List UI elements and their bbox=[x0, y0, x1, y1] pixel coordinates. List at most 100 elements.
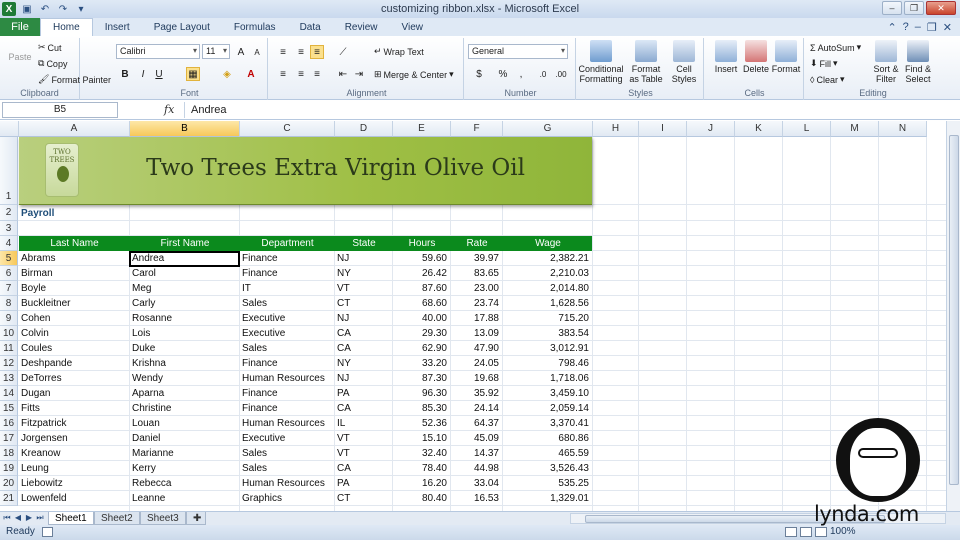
first-sheet-icon[interactable]: ⏮ bbox=[2, 513, 12, 524]
grow-font-icon[interactable]: A bbox=[234, 45, 248, 59]
cell[interactable]: Finance bbox=[242, 356, 331, 371]
cell[interactable]: Finance bbox=[242, 386, 331, 401]
insert-function-icon[interactable]: fx bbox=[164, 103, 174, 116]
header-cell[interactable]: Last Name bbox=[19, 236, 130, 251]
cell[interactable]: 29.30 bbox=[395, 326, 447, 341]
row-header-14[interactable]: 14 bbox=[0, 386, 18, 401]
cut-button[interactable]: ✂ Cut bbox=[38, 42, 62, 53]
cell[interactable]: 16.53 bbox=[453, 491, 499, 506]
cell[interactable]: Sales bbox=[242, 296, 331, 311]
normal-view-icon[interactable] bbox=[785, 527, 797, 537]
cell[interactable]: 16.20 bbox=[395, 476, 447, 491]
cell[interactable]: Carly bbox=[132, 296, 236, 311]
cell[interactable]: CA bbox=[337, 401, 389, 416]
cell[interactable]: 24.14 bbox=[453, 401, 499, 416]
tab-data[interactable]: Data bbox=[288, 19, 333, 36]
cell[interactable]: 2,014.80 bbox=[505, 281, 589, 296]
excel-logo-icon[interactable]: X bbox=[2, 2, 16, 16]
cell[interactable]: Fitzpatrick bbox=[21, 416, 126, 431]
select-all-corner[interactable] bbox=[0, 121, 19, 137]
cell[interactable]: Buckleitner bbox=[21, 296, 126, 311]
cell[interactable]: 23.74 bbox=[453, 296, 499, 311]
increase-decimal-icon[interactable]: .0 bbox=[536, 67, 550, 81]
cell[interactable]: 17.88 bbox=[453, 311, 499, 326]
format-as-table-button[interactable]: Format as Table bbox=[626, 40, 666, 84]
cell[interactable]: Coules bbox=[21, 341, 126, 356]
column-header-n[interactable]: N bbox=[879, 121, 927, 137]
cell[interactable]: 32.40 bbox=[395, 446, 447, 461]
header-cell[interactable]: Rate bbox=[451, 236, 503, 251]
cell[interactable]: Graphics bbox=[242, 491, 331, 506]
merge-center-button[interactable]: ⊞ Merge & Center ▾ bbox=[374, 69, 454, 80]
row-header-5[interactable]: 5 bbox=[0, 251, 18, 266]
cell[interactable]: CA bbox=[337, 326, 389, 341]
redo-icon[interactable]: ↷ bbox=[56, 2, 70, 16]
cell[interactable]: VT bbox=[337, 281, 389, 296]
row-header-9[interactable]: 9 bbox=[0, 311, 18, 326]
cell[interactable]: Human Resources bbox=[242, 416, 331, 431]
cell[interactable]: Executive bbox=[242, 326, 331, 341]
cell[interactable]: Leanne bbox=[132, 491, 236, 506]
copy-button[interactable]: ⧉ Copy bbox=[38, 58, 67, 69]
file-tab[interactable]: File bbox=[0, 18, 40, 36]
tab-formulas[interactable]: Formulas bbox=[222, 19, 288, 36]
cell[interactable]: 14.37 bbox=[453, 446, 499, 461]
cell[interactable]: 383.54 bbox=[505, 326, 589, 341]
cell[interactable]: Krishna bbox=[132, 356, 236, 371]
column-header-c[interactable]: C bbox=[240, 121, 335, 137]
underline-button[interactable]: U bbox=[152, 67, 166, 81]
cell[interactable]: Meg bbox=[132, 281, 236, 296]
row-header-19[interactable]: 19 bbox=[0, 461, 18, 476]
fill-button[interactable]: ⬇ Fill ▾ bbox=[810, 58, 838, 69]
tab-view[interactable]: View bbox=[389, 19, 435, 36]
cell-styles-button[interactable]: Cell Styles bbox=[664, 40, 704, 84]
row-header-1[interactable]: 1 bbox=[0, 137, 18, 205]
cell[interactable]: 465.59 bbox=[505, 446, 589, 461]
save-icon[interactable]: ▣ bbox=[20, 2, 34, 16]
conditional-formatting-button[interactable]: Conditional Formatting bbox=[578, 40, 624, 84]
cell[interactable]: 33.20 bbox=[395, 356, 447, 371]
wrap-text-button[interactable]: ↵ Wrap Text bbox=[374, 46, 424, 57]
cell[interactable]: 680.86 bbox=[505, 431, 589, 446]
restore-button[interactable]: ❐ bbox=[904, 1, 924, 15]
page-break-view-icon[interactable] bbox=[815, 527, 827, 537]
font-name-select[interactable]: Calibri bbox=[116, 44, 200, 59]
column-header-e[interactable]: E bbox=[393, 121, 451, 137]
cell[interactable]: 33.04 bbox=[453, 476, 499, 491]
column-header-k[interactable]: K bbox=[735, 121, 783, 137]
header-cell[interactable]: Hours bbox=[393, 236, 451, 251]
cell[interactable]: 83.65 bbox=[453, 266, 499, 281]
last-sheet-icon[interactable]: ⏭ bbox=[35, 513, 45, 524]
cell[interactable]: Deshpande bbox=[21, 356, 126, 371]
customize-qat-icon[interactable]: ▾ bbox=[74, 2, 88, 16]
row-header-17[interactable]: 17 bbox=[0, 431, 18, 446]
align-right-icon[interactable]: ≡ bbox=[310, 67, 324, 81]
row-header-4[interactable]: 4 bbox=[0, 236, 18, 251]
cell[interactable]: CT bbox=[337, 296, 389, 311]
cell[interactable]: 52.36 bbox=[395, 416, 447, 431]
cell[interactable]: 3,012.91 bbox=[505, 341, 589, 356]
shrink-font-icon[interactable]: A bbox=[250, 45, 264, 59]
workbook-close-icon[interactable]: ✕ bbox=[943, 21, 952, 34]
cell[interactable]: 23.00 bbox=[453, 281, 499, 296]
undo-icon[interactable]: ↶ bbox=[38, 2, 52, 16]
cell[interactable]: 15.10 bbox=[395, 431, 447, 446]
orientation-icon[interactable]: ⟋ bbox=[336, 45, 350, 59]
cell[interactable]: Carol bbox=[132, 266, 236, 281]
top-align-icon[interactable]: ≡ bbox=[276, 45, 290, 59]
cell[interactable]: VT bbox=[337, 431, 389, 446]
currency-button[interactable]: $ bbox=[472, 67, 486, 81]
row-header-10[interactable]: 10 bbox=[0, 326, 18, 341]
align-left-icon[interactable]: ≡ bbox=[276, 67, 290, 81]
row-header-16[interactable]: 16 bbox=[0, 416, 18, 431]
cell[interactable]: 3,370.41 bbox=[505, 416, 589, 431]
cell[interactable]: Abrams bbox=[21, 251, 126, 266]
middle-align-icon[interactable]: ≡ bbox=[294, 45, 308, 59]
row-header-3[interactable]: 3 bbox=[0, 221, 18, 236]
cell[interactable]: Colvin bbox=[21, 326, 126, 341]
cell[interactable]: Finance bbox=[242, 401, 331, 416]
increase-indent-icon[interactable]: ⇥ bbox=[352, 67, 366, 81]
cell[interactable]: Marianne bbox=[132, 446, 236, 461]
row-header-11[interactable]: 11 bbox=[0, 341, 18, 356]
decrease-indent-icon[interactable]: ⇤ bbox=[336, 67, 350, 81]
